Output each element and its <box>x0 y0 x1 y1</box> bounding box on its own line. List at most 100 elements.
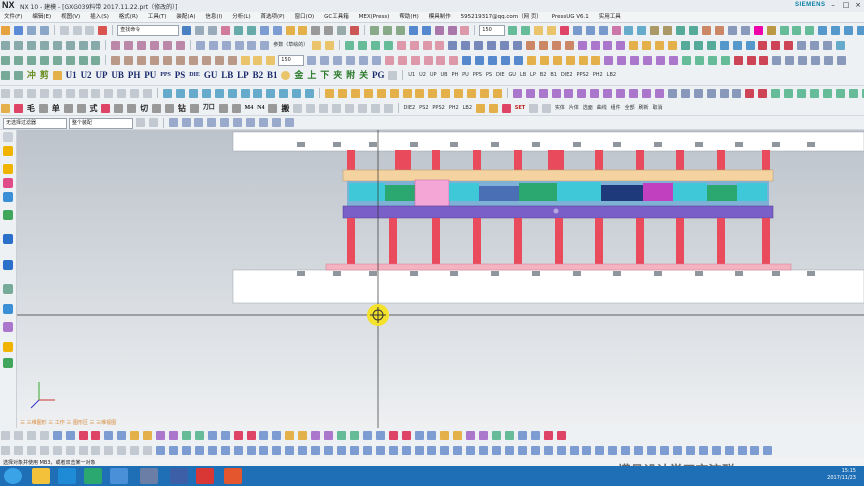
feature-19-icon[interactable] <box>285 431 295 440</box>
tool5-icon[interactable] <box>114 104 124 113</box>
assembly-tool-46-icon[interactable] <box>582 446 592 455</box>
assembly-tool-48-icon[interactable] <box>608 446 618 455</box>
finish-sketch-icon[interactable] <box>312 41 322 50</box>
synchronous-icon[interactable] <box>629 41 639 50</box>
strip-small-pps[interactable]: PPS <box>472 71 483 80</box>
clearance-icon[interactable] <box>784 41 794 50</box>
tool6-icon[interactable] <box>127 104 137 113</box>
toolpath-icon[interactable] <box>488 56 498 65</box>
paste-icon[interactable] <box>85 26 95 35</box>
wave-icon[interactable] <box>719 41 729 50</box>
layer-settings-icon[interactable] <box>307 56 317 65</box>
home-icon[interactable] <box>3 132 13 142</box>
existing-point-icon[interactable] <box>78 89 88 98</box>
roles-icon[interactable] <box>3 342 13 352</box>
strip-small-ph2[interactable]: PH2 <box>592 71 604 80</box>
menu-window[interactable]: 窗口(O) <box>291 12 319 22</box>
table-icon[interactable] <box>207 26 217 35</box>
report-icon[interactable] <box>733 56 743 65</box>
snap-perp-icon[interactable] <box>271 118 281 127</box>
feature-23-icon[interactable] <box>336 431 346 440</box>
cut-icon[interactable] <box>59 26 69 35</box>
select-face-icon[interactable] <box>480 89 490 98</box>
customize-icon[interactable] <box>811 56 821 65</box>
clone-icon[interactable] <box>150 56 160 65</box>
extract-icon[interactable] <box>448 41 458 50</box>
snap-toggle-icon[interactable] <box>512 89 522 98</box>
assembly-tool-53-icon[interactable] <box>672 446 682 455</box>
cloud-icon[interactable] <box>140 468 158 484</box>
visible-in-view-icon[interactable] <box>358 56 368 65</box>
feature-12-icon[interactable] <box>194 431 204 440</box>
abort-icon[interactable] <box>758 89 768 98</box>
transparency-icon[interactable] <box>616 89 626 98</box>
process-studio-icon[interactable] <box>3 304 13 314</box>
feature-35-icon[interactable] <box>492 431 502 440</box>
layout-icon[interactable] <box>13 56 23 65</box>
feature-29-icon[interactable] <box>414 431 424 440</box>
assembly-tool-57-icon[interactable] <box>724 446 734 455</box>
assembly-tool-38-icon[interactable] <box>479 446 489 455</box>
intersect-icon[interactable] <box>395 26 405 35</box>
quadrant-point-icon[interactable] <box>52 89 62 98</box>
feature-28-icon[interactable] <box>401 431 411 440</box>
assembly-constraint-icon[interactable] <box>52 56 62 65</box>
assembly-tool-32-icon[interactable] <box>401 446 411 455</box>
wcs-icon[interactable] <box>534 26 544 35</box>
strip-button-up[interactable]: UP <box>94 70 108 81</box>
assembly-tool-5-icon[interactable] <box>52 446 62 455</box>
ruled-icon[interactable] <box>383 41 393 50</box>
search-icon[interactable] <box>182 26 192 35</box>
punch-icon[interactable] <box>630 56 640 65</box>
section-icon[interactable] <box>611 26 621 35</box>
drafting-icon[interactable] <box>384 56 394 65</box>
assembly-tool-40-icon[interactable] <box>504 446 514 455</box>
strip-button-m4[interactable]: M4 <box>244 103 255 114</box>
deselect-icon[interactable] <box>337 89 347 98</box>
join-curve-icon[interactable] <box>175 41 185 50</box>
center-point-icon[interactable] <box>39 89 49 98</box>
ellipse-icon[interactable] <box>91 41 101 50</box>
tool4-icon[interactable] <box>101 104 111 113</box>
cam-icon[interactable] <box>462 56 472 65</box>
surface-icon[interactable] <box>344 41 354 50</box>
trim-icon[interactable] <box>350 26 360 35</box>
rotate-icon[interactable] <box>818 26 828 35</box>
assembly-tool-15-icon[interactable] <box>181 446 191 455</box>
feature-32-icon[interactable] <box>453 431 463 440</box>
sheet-rule-icon[interactable] <box>227 89 237 98</box>
menu-format[interactable]: 格式(R) <box>115 12 142 22</box>
snap-point-on-icon[interactable] <box>246 118 256 127</box>
draft-icon[interactable] <box>512 41 522 50</box>
plane-icon[interactable] <box>246 26 256 35</box>
assembly-tool-11-icon[interactable] <box>130 446 140 455</box>
point-on-curve-icon[interactable] <box>91 89 101 98</box>
menu-utilities[interactable]: 实用工具 <box>595 12 625 22</box>
sketch-icon[interactable] <box>220 26 230 35</box>
assembly-tool-12-icon[interactable] <box>143 446 153 455</box>
snap-end-icon[interactable] <box>168 118 178 127</box>
reference-icon[interactable] <box>702 26 712 35</box>
strip-button-pps[interactable]: PPS <box>159 70 172 81</box>
type-filter-icon[interactable] <box>848 89 858 98</box>
project-curve-icon[interactable] <box>124 41 134 50</box>
feature-36-icon[interactable] <box>504 431 514 440</box>
orient-icon[interactable] <box>546 26 556 35</box>
trim-curve-icon[interactable] <box>137 41 147 50</box>
feature-38-icon[interactable] <box>530 431 540 440</box>
strip-button-die[interactable]: DIE <box>188 70 201 81</box>
strip-button-pg[interactable]: PG <box>371 70 386 81</box>
through-curves-icon[interactable] <box>357 41 367 50</box>
mouse-icon[interactable] <box>667 89 677 98</box>
zoom-icon[interactable] <box>805 26 815 35</box>
menu-tools[interactable]: 工具(T) <box>144 12 171 22</box>
assembly-tool-8-icon[interactable] <box>91 446 101 455</box>
snap-control-icon[interactable] <box>194 118 204 127</box>
people-icon[interactable] <box>110 468 128 484</box>
vertex-rule-icon[interactable] <box>266 89 276 98</box>
feature-33-icon[interactable] <box>466 431 476 440</box>
feature-6-icon[interactable] <box>117 431 127 440</box>
system-clock[interactable]: 15:15 2017/11/23 <box>827 468 856 482</box>
expression-icon[interactable] <box>714 26 724 35</box>
explode-icon[interactable] <box>111 56 121 65</box>
